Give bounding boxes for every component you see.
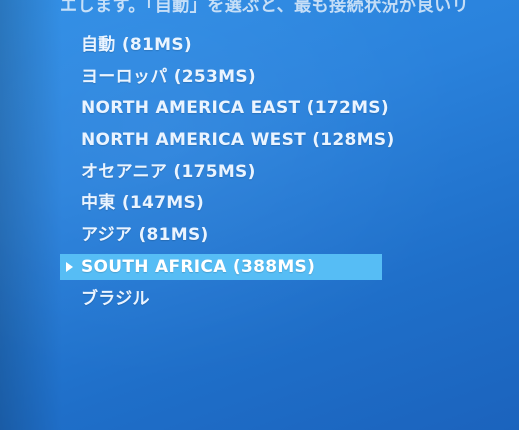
region-option-label: アジア (81MS) <box>81 225 209 246</box>
triangle-right-icon <box>66 261 73 272</box>
region-option-label: 中東 (147MS) <box>81 193 205 214</box>
region-option-middle-east[interactable]: 中東 (147MS) <box>60 190 390 216</box>
region-option-na-east[interactable]: NORTH AMERICA EAST (172MS) <box>60 95 390 121</box>
region-option-label: ヨーロッパ (253MS) <box>81 66 257 87</box>
region-option-label: ブラジル <box>81 288 150 309</box>
region-option-label: オセアニア (175MS) <box>81 161 256 182</box>
instruction-text: エします。「自動」を選ぶと、最も接続状況が良いリ <box>60 0 470 16</box>
region-option-south-africa[interactable]: SOUTH AFRICA (388MS) <box>60 253 382 280</box>
region-option-oceania[interactable]: オセアニア (175MS) <box>60 159 390 185</box>
region-option-brazil[interactable]: ブラジル <box>60 286 390 312</box>
region-option-label: SOUTH AFRICA (388MS) <box>81 256 316 277</box>
region-option-label: NORTH AMERICA WEST (128MS) <box>81 130 395 151</box>
region-option-na-west[interactable]: NORTH AMERICA WEST (128MS) <box>60 127 394 153</box>
region-option-label: NORTH AMERICA EAST (172MS) <box>81 98 389 119</box>
region-option-label: 自動 (81MS) <box>81 35 192 55</box>
region-option-europe[interactable]: ヨーロッパ (253MS) <box>60 64 390 90</box>
region-option-auto[interactable]: 自動 (81MS) <box>60 32 390 58</box>
region-option-asia[interactable]: アジア (81MS) <box>60 222 390 248</box>
region-list: 自動 (81MS) ヨーロッパ (253MS) NORTH AMERICA EA… <box>60 32 394 317</box>
